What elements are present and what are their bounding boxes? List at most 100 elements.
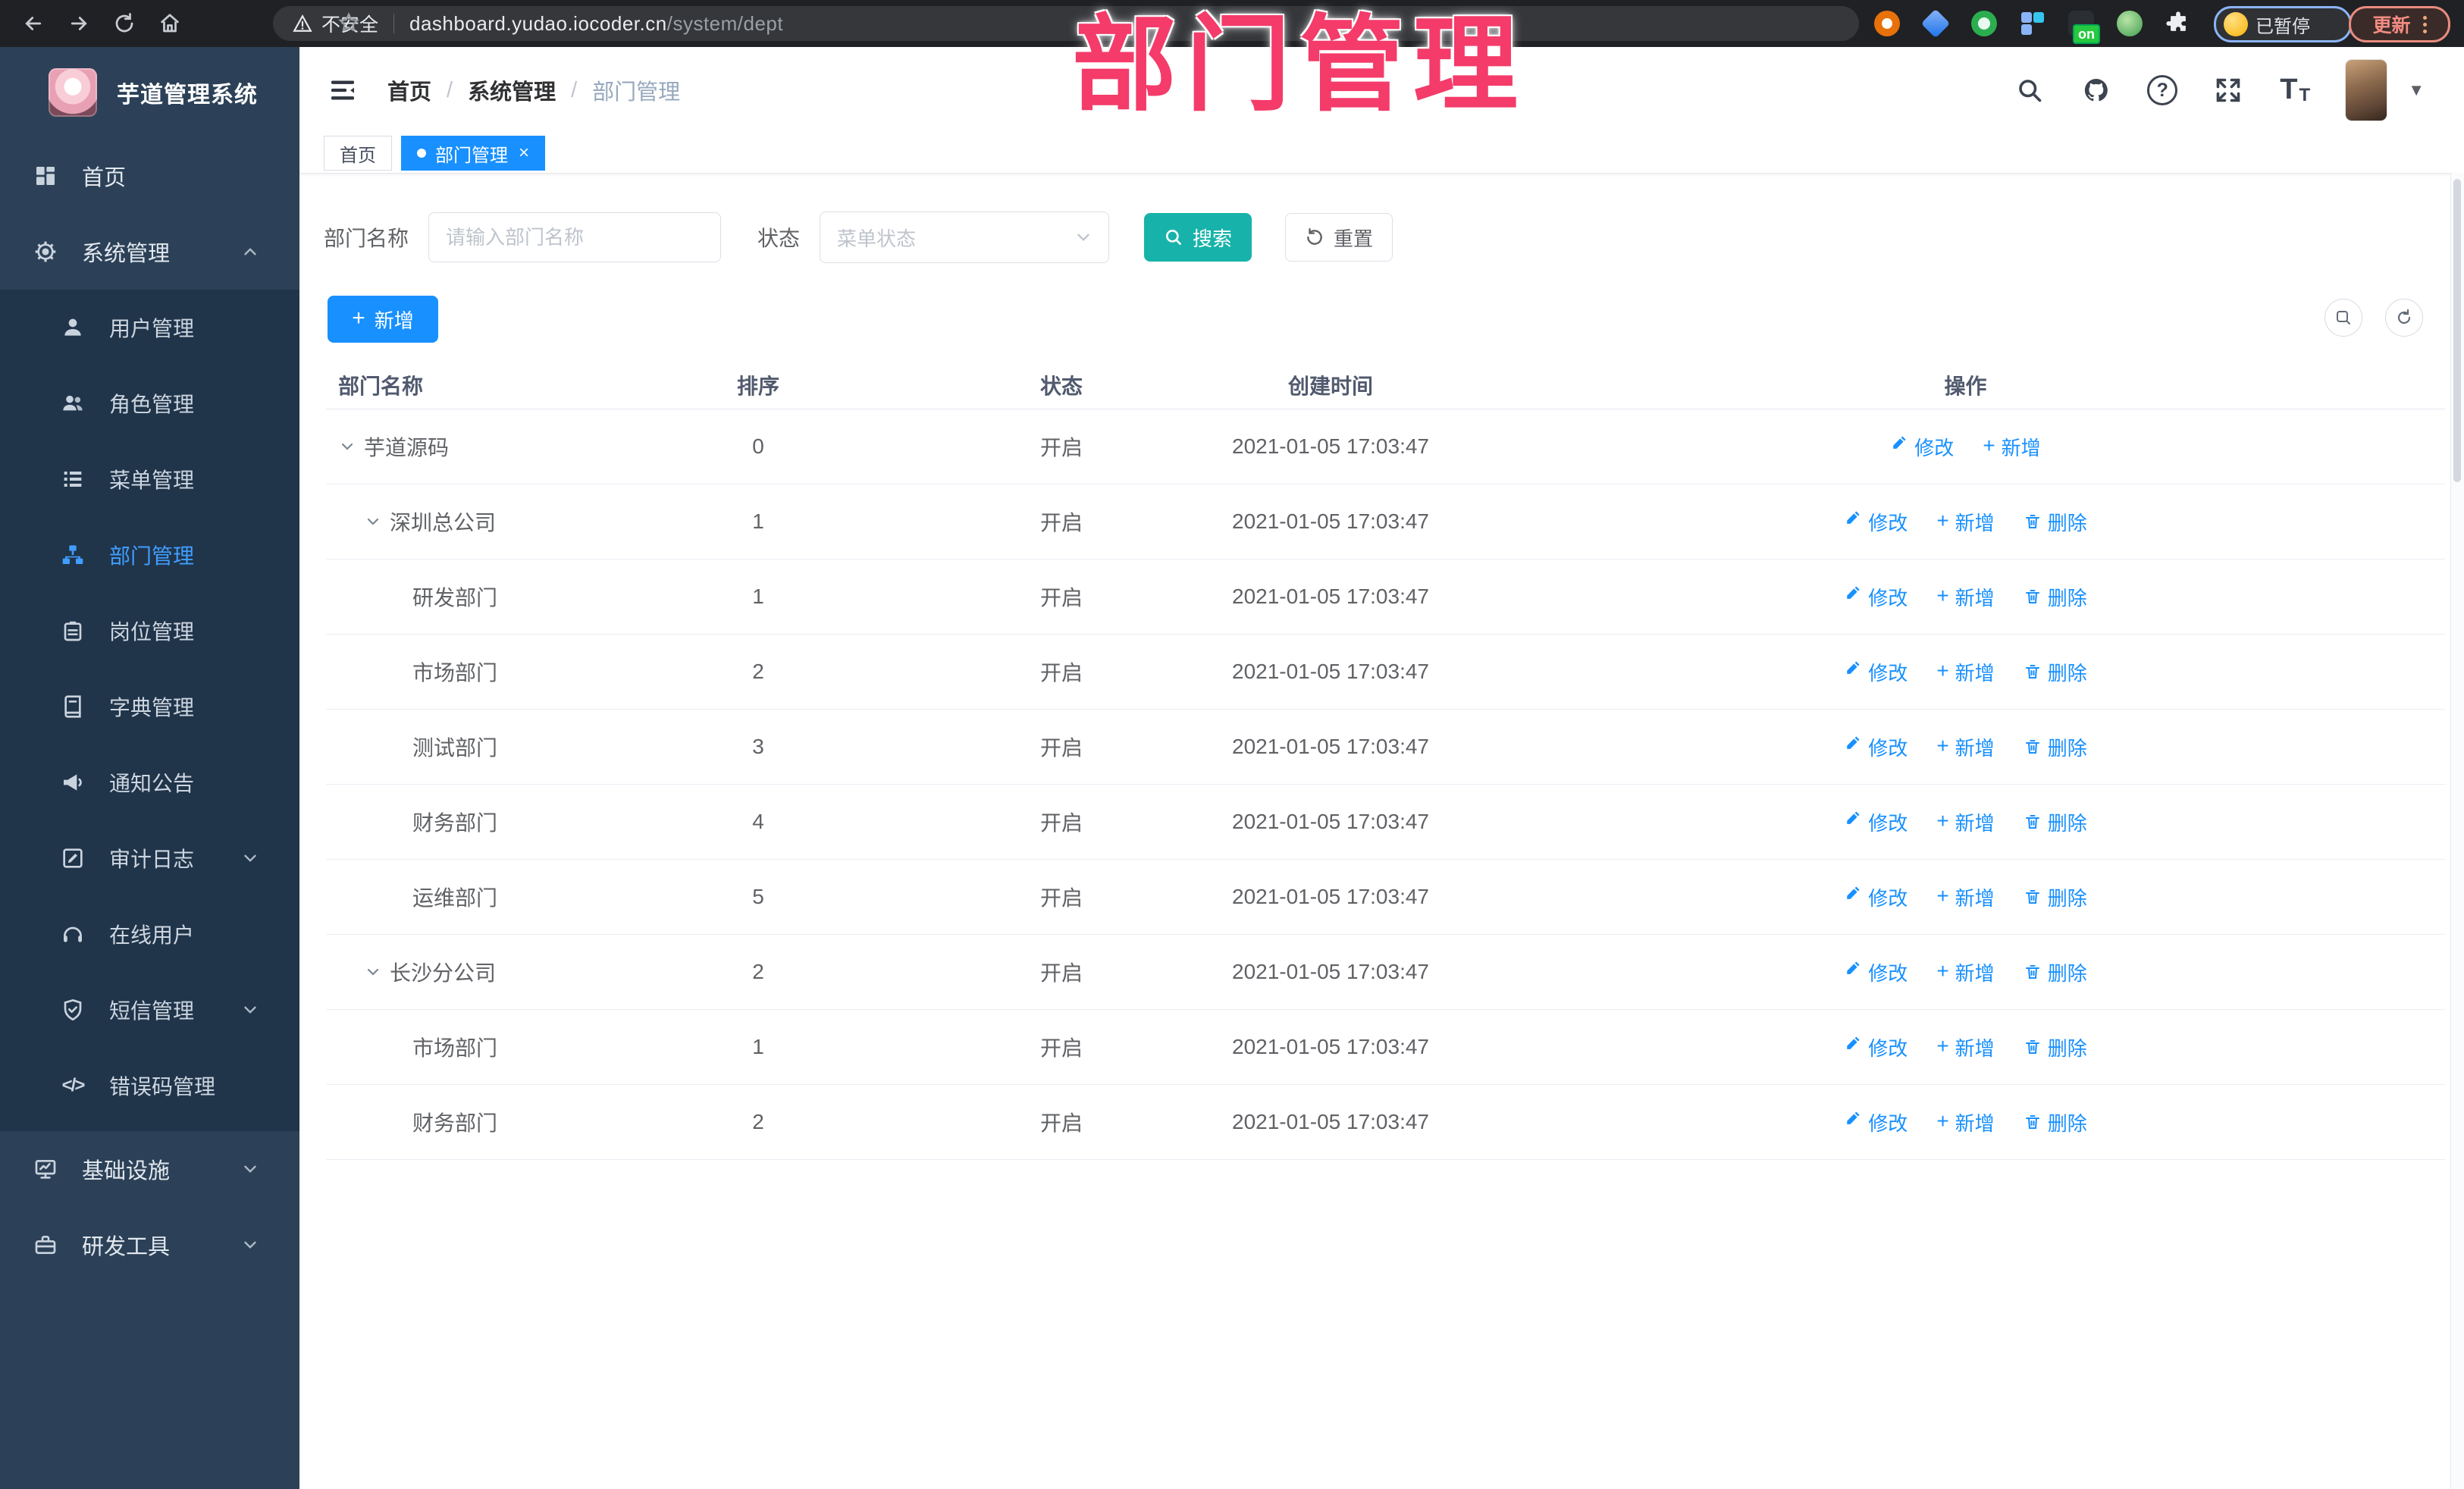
sidebar-item-announce[interactable]: 通知公告 bbox=[0, 744, 299, 820]
ops-cell: 修改 + 新增 删除 bbox=[1486, 1108, 2445, 1136]
browser-forward-icon[interactable] bbox=[64, 8, 94, 39]
add-link[interactable]: + 新增 bbox=[1936, 808, 1994, 836]
add-link[interactable]: + 新增 bbox=[1936, 658, 1994, 686]
sidebar-item-users[interactable]: 角色管理 bbox=[0, 365, 299, 441]
edit-link[interactable]: 修改 bbox=[1890, 433, 1954, 461]
table-tools bbox=[2324, 299, 2423, 337]
dept-name: 财务部门 bbox=[412, 1111, 498, 1135]
edit-link[interactable]: 修改 bbox=[1844, 958, 1908, 986]
browser-profile-chip[interactable]: 已暂停 bbox=[2214, 6, 2352, 42]
status-select[interactable]: 菜单状态 bbox=[820, 212, 1110, 263]
sidebar-item-menu[interactable]: 菜单管理 bbox=[0, 441, 299, 517]
close-icon[interactable]: × bbox=[519, 144, 529, 162]
user-avatar[interactable] bbox=[2346, 60, 2387, 121]
add-link[interactable]: + 新增 bbox=[1936, 1108, 1994, 1136]
extension-key-icon[interactable] bbox=[2117, 11, 2143, 36]
help-icon[interactable]: ? bbox=[2147, 75, 2178, 105]
edit-link[interactable]: 修改 bbox=[1844, 1033, 1908, 1061]
edit-link[interactable]: 修改 bbox=[1844, 733, 1908, 761]
delete-link[interactable]: 删除 bbox=[2024, 658, 2087, 686]
add-link[interactable]: + 新增 bbox=[1936, 508, 1994, 536]
breadcrumb-home[interactable]: 首页 bbox=[387, 74, 431, 106]
sidebar-item-user[interactable]: 用户管理 bbox=[0, 290, 299, 365]
delete-link[interactable]: 删除 bbox=[2024, 508, 2087, 536]
sidebar-item-dict[interactable]: 字典管理 bbox=[0, 669, 299, 744]
address-bar[interactable]: 不安全 dashboard.yudao.iocoder.cn/system/de… bbox=[273, 6, 1859, 41]
scrollbar-thumb[interactable] bbox=[2453, 179, 2461, 482]
toggle-search-button[interactable] bbox=[2324, 299, 2362, 337]
tree-expand-icon[interactable] bbox=[364, 513, 382, 531]
ops-cell: 修改 + 新增 bbox=[1486, 433, 2445, 461]
delete-link[interactable]: 删除 bbox=[2024, 958, 2087, 986]
browser-home-icon[interactable] bbox=[155, 8, 185, 39]
sidebar-item-audit[interactable]: 审计日志 bbox=[0, 820, 299, 896]
tree-expand-icon[interactable] bbox=[338, 437, 356, 456]
font-size-icon[interactable]: TT bbox=[2279, 74, 2311, 106]
edit-link[interactable]: 修改 bbox=[1844, 583, 1908, 611]
add-link[interactable]: + 新增 bbox=[1936, 733, 1994, 761]
edit-link[interactable]: 修改 bbox=[1844, 658, 1908, 686]
add-link[interactable]: + 新增 bbox=[1936, 958, 1994, 986]
add-link[interactable]: + 新增 bbox=[1936, 1033, 1994, 1061]
sidebar-item-online[interactable]: 在线用户 bbox=[0, 896, 299, 972]
delete-link[interactable]: 删除 bbox=[2024, 1108, 2087, 1136]
search-button[interactable]: 搜索 bbox=[1144, 213, 1252, 262]
sidebar-item-label: 系统管理 bbox=[82, 242, 171, 266]
page-url[interactable]: dashboard.yudao.iocoder.cn/system/dept bbox=[409, 12, 783, 36]
sidebar-item-sms[interactable]: 短信管理 bbox=[0, 972, 299, 1048]
edit-link[interactable]: 修改 bbox=[1844, 883, 1908, 911]
dept-page: 部门名称 状态 菜单状态 搜索 重置 +新增 bbox=[299, 173, 2464, 1489]
sidebar-item-tools[interactable]: 研发工具 bbox=[0, 1207, 299, 1283]
extensions-puzzle-icon[interactable] bbox=[2165, 11, 2191, 36]
reset-button[interactable]: 重置 bbox=[1285, 213, 1393, 262]
extension-blue-diamond-icon[interactable] bbox=[1920, 8, 1951, 39]
fullscreen-icon[interactable] bbox=[2212, 74, 2244, 106]
sidebar-item-sitemap[interactable]: 部门管理 bbox=[0, 517, 299, 593]
delete-link[interactable]: 删除 bbox=[2024, 808, 2087, 836]
sidebar-item-badge[interactable]: 岗位管理 bbox=[0, 593, 299, 669]
add-link[interactable]: + 新增 bbox=[1936, 583, 1994, 611]
create-time-cell: 2021-01-05 17:03:47 bbox=[1232, 810, 1429, 833]
browser-back-icon[interactable] bbox=[18, 8, 49, 39]
refresh-table-button[interactable] bbox=[2385, 299, 2423, 337]
edit-link[interactable]: 修改 bbox=[1844, 1108, 1908, 1136]
add-link[interactable]: + 新增 bbox=[1936, 883, 1994, 911]
sidebar-item-dashboard[interactable]: 首页 bbox=[0, 138, 299, 214]
sidebar-item-gear[interactable]: 系统管理 bbox=[0, 214, 299, 290]
tab-部门管理[interactable]: 部门管理 × bbox=[401, 136, 546, 171]
extension-orange-icon[interactable] bbox=[1874, 11, 1900, 36]
edit-link[interactable]: 修改 bbox=[1844, 508, 1908, 536]
page-scrollbar[interactable] bbox=[2450, 173, 2464, 1489]
delete-link[interactable]: 删除 bbox=[2024, 583, 2087, 611]
breadcrumb-system[interactable]: 系统管理 bbox=[468, 74, 556, 106]
browser-reload-icon[interactable] bbox=[109, 8, 140, 39]
delete-link[interactable]: 删除 bbox=[2024, 733, 2087, 761]
browser-update-button[interactable]: 更新 bbox=[2349, 6, 2450, 42]
delete-link[interactable]: 删除 bbox=[2024, 883, 2087, 911]
extension-grid-icon[interactable] bbox=[2020, 11, 2045, 36]
tab-label: 首页 bbox=[340, 145, 376, 166]
extension-devtools-icon[interactable]: on bbox=[2068, 11, 2100, 44]
sms-icon bbox=[61, 998, 85, 1022]
bookmark-star-icon[interactable] bbox=[337, 11, 360, 38]
app-logo-row[interactable]: 芋道管理系统 bbox=[0, 47, 299, 138]
hamburger-icon[interactable] bbox=[325, 73, 360, 108]
add-link[interactable]: + 新增 bbox=[1983, 433, 2040, 461]
add-dept-button[interactable]: + 新增 bbox=[328, 296, 438, 343]
github-icon[interactable] bbox=[2080, 74, 2112, 106]
sidebar-item-code[interactable]: </> 错误码管理 bbox=[0, 1048, 299, 1124]
edit-link[interactable]: 修改 bbox=[1844, 808, 1908, 836]
sidebar-item-infra[interactable]: 基础设施 bbox=[0, 1131, 299, 1207]
browser-menu-icon[interactable] bbox=[2422, 15, 2427, 33]
search-icon[interactable] bbox=[2014, 74, 2045, 106]
tree-expand-icon[interactable] bbox=[364, 963, 382, 981]
tab-首页[interactable]: 首页 bbox=[324, 136, 392, 171]
col-header-ops: 操作 bbox=[1944, 375, 1987, 398]
extension-green-icon[interactable] bbox=[1971, 11, 1997, 36]
avatar-caret-down-icon[interactable]: ▼ bbox=[2408, 80, 2425, 100]
sort-cell: 1 bbox=[752, 1035, 764, 1058]
badge-icon bbox=[61, 619, 85, 643]
dept-name-input[interactable] bbox=[428, 212, 722, 262]
delete-link[interactable]: 删除 bbox=[2024, 1033, 2087, 1061]
dashboard-icon bbox=[33, 164, 58, 188]
